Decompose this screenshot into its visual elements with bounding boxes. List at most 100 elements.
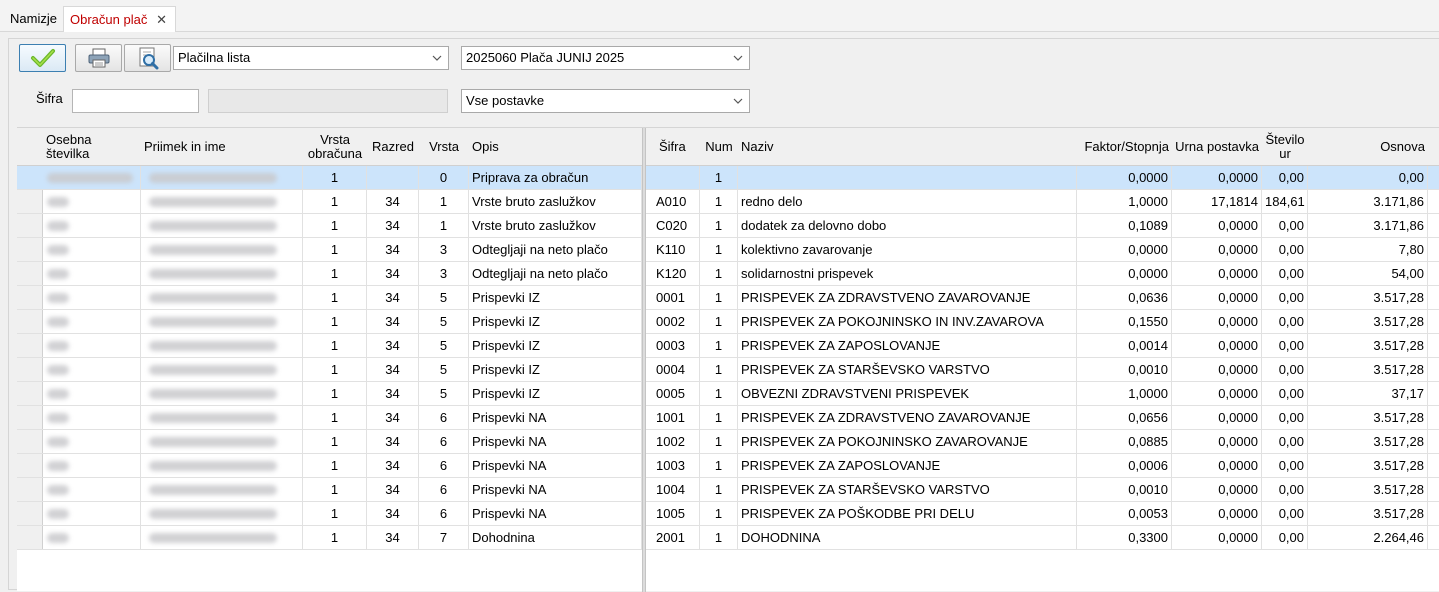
cell-vrsta: 3	[419, 262, 469, 285]
table-row[interactable]: 1 34 3 Odtegljaji na neto plačo K120 1 solidar…	[17, 262, 1439, 286]
cell-urna: 0,0000	[1172, 334, 1262, 357]
cell-osnova: 3.517,28	[1308, 406, 1428, 429]
tab-obracun-plac[interactable]: Obračun plač ✕	[63, 6, 176, 32]
cell-stevilo-ur: 0,00	[1262, 310, 1308, 333]
cell-num: 1	[700, 478, 738, 501]
close-icon[interactable]: ✕	[156, 7, 167, 33]
sifra-input[interactable]	[72, 89, 199, 113]
cell-num: 1	[700, 238, 738, 261]
cell-vrsta-obracuna: 1	[303, 166, 367, 189]
table-row[interactable]: 1 34 3 Odtegljaji na neto plačo K110 1 kolekti…	[17, 238, 1439, 262]
cell-urna: 17,1814	[1172, 190, 1262, 213]
column-header-opis[interactable]: Opis	[469, 128, 642, 166]
cell-osnova: 2.264,46	[1308, 526, 1428, 549]
cell-sifra: C020	[646, 214, 700, 237]
column-header-razred[interactable]: Razred	[367, 128, 419, 166]
redacted-mark	[149, 245, 277, 255]
cell-osebna-stevilka	[43, 430, 141, 453]
cell-razred: 34	[367, 358, 419, 381]
cell-opis: Priprava za obračun	[469, 166, 642, 189]
confirm-button[interactable]	[19, 44, 66, 72]
grid-splitter[interactable]	[642, 128, 646, 592]
cell-faktor: 0,0014	[1077, 334, 1172, 357]
table-row[interactable]: 1 34 1 Vrste bruto zaslužkov A010 1 redno delo…	[17, 190, 1439, 214]
cell-vrsta-obracuna: 1	[303, 382, 367, 405]
table-row[interactable]: 1 34 6 Prispevki NA 1002 1 PRISPEVEK ZA POKOJN…	[17, 430, 1439, 454]
column-header-num[interactable]: Num	[700, 128, 738, 166]
cell-naziv: PRISPEVEK ZA ZDRAVSTVENO ZAVAROVANJE	[738, 406, 1077, 429]
table-row[interactable]: 1 34 5 Prispevki IZ 0002 1 PRISPEVEK ZA POKOJN…	[17, 310, 1439, 334]
redacted-mark	[47, 533, 69, 543]
chevron-down-icon	[432, 47, 442, 69]
column-header-sifra[interactable]: Šifra	[656, 128, 700, 166]
table-row[interactable]: 1 34 6 Prispevki NA 1005 1 PRISPEVEK ZA POŠKOD…	[17, 502, 1439, 526]
cell-faktor: 0,0010	[1077, 478, 1172, 501]
cell-osnova: 3.517,28	[1308, 286, 1428, 309]
table-row[interactable]: 1 34 5 Prispevki IZ 0001 1 PRISPEVEK ZA ZDRAVS…	[17, 286, 1439, 310]
tab-namizje[interactable]: Namizje	[4, 6, 63, 32]
table-row[interactable]: 1 34 1 Vrste bruto zaslužkov C020 1 dodatek za…	[17, 214, 1439, 238]
cell-razred: 34	[367, 454, 419, 477]
cell-sifra: 1002	[646, 430, 700, 453]
redacted-mark	[149, 173, 277, 183]
period-select[interactable]: 2025060 Plača JUNIJ 2025	[461, 46, 750, 70]
grid-header: Osebna številka Priimek in ime Vrsta obr…	[17, 128, 1439, 166]
cell-num: 1	[700, 502, 738, 525]
cell-razred: 34	[367, 406, 419, 429]
cell-stevilo-ur: 0,00	[1262, 358, 1308, 381]
cell-osebna-stevilka	[43, 166, 141, 189]
report-type-select[interactable]: Plačilna lista	[173, 46, 449, 70]
print-button[interactable]	[75, 44, 122, 72]
cell-num: 1	[700, 358, 738, 381]
column-header-faktor[interactable]: Faktor/Stopnja	[1077, 128, 1172, 166]
table-row[interactable]: 1 34 5 Prispevki IZ 0004 1 PRISPEVEK ZA STARŠE…	[17, 358, 1439, 382]
cell-osnova: 3.517,28	[1308, 478, 1428, 501]
print-preview-button[interactable]	[124, 44, 171, 72]
cell-vrsta: 6	[419, 502, 469, 525]
cell-vrsta: 5	[419, 286, 469, 309]
column-header-urna[interactable]: Urna postavka	[1172, 128, 1262, 166]
column-header-osnova[interactable]: Osnova	[1308, 128, 1428, 166]
cell-razred: 34	[367, 478, 419, 501]
redacted-mark	[47, 317, 69, 327]
table-row[interactable]: 1 34 7 Dohodnina 2001 1 DOHODNINA 0,3300 0,0000 0…	[17, 526, 1439, 550]
cell-sifra: 0005	[646, 382, 700, 405]
tab-label: Obračun plač	[70, 12, 148, 27]
redacted-mark	[149, 197, 277, 207]
cell-sifra: K110	[646, 238, 700, 261]
column-header-priimek[interactable]: Priimek in ime	[141, 128, 303, 166]
cell-priimek-in-ime	[141, 502, 303, 525]
cell-opis: Odtegljaji na neto plačo	[469, 238, 642, 261]
column-header-vrsta-obracuna[interactable]: Vrsta obračuna	[303, 128, 367, 166]
table-row[interactable]: 1 34 6 Prispevki NA 1004 1 PRISPEVEK ZA STARŠE…	[17, 478, 1439, 502]
cell-opis: Prispevki IZ	[469, 310, 642, 333]
column-header-naziv[interactable]: Naziv	[738, 128, 1077, 166]
cell-vrsta-obracuna: 1	[303, 406, 367, 429]
cell-razred: 34	[367, 430, 419, 453]
column-header-osebna[interactable]: Osebna številka	[43, 128, 141, 166]
table-row[interactable]: 1 0 Priprava za obračun 1 0,0000 0,0000 0,00 0,…	[17, 166, 1439, 190]
cell-sifra: 2001	[646, 526, 700, 549]
postavke-select[interactable]: Vse postavke	[461, 89, 750, 113]
cell-opis: Dohodnina	[469, 526, 642, 549]
column-header-vrsta[interactable]: Vrsta	[419, 128, 469, 166]
cell-opis: Vrste bruto zaslužkov	[469, 190, 642, 213]
cell-osnova: 54,00	[1308, 262, 1428, 285]
table-row[interactable]: 1 34 6 Prispevki NA 1003 1 PRISPEVEK ZA ZAPOSL…	[17, 454, 1439, 478]
cell-priimek-in-ime	[141, 454, 303, 477]
cell-opis: Prispevki NA	[469, 406, 642, 429]
cell-osebna-stevilka	[43, 238, 141, 261]
printer-icon	[88, 48, 109, 68]
cell-faktor: 0,3300	[1077, 526, 1172, 549]
table-row[interactable]: 1 34 6 Prispevki NA 1001 1 PRISPEVEK ZA ZDRAVS…	[17, 406, 1439, 430]
table-row[interactable]: 1 34 5 Prispevki IZ 0003 1 PRISPEVEK ZA ZAPOSL…	[17, 334, 1439, 358]
cell-sifra: 0004	[646, 358, 700, 381]
cell-osnova: 7,80	[1308, 238, 1428, 261]
cell-vrsta-obracuna: 1	[303, 238, 367, 261]
cell-vrsta-obracuna: 1	[303, 502, 367, 525]
cell-razred: 34	[367, 262, 419, 285]
column-header-stevilo-ur[interactable]: Število ur	[1262, 128, 1308, 166]
table-row[interactable]: 1 34 5 Prispevki IZ 0005 1 OBVEZNI ZDRAVSTVENI…	[17, 382, 1439, 406]
cell-naziv: PRISPEVEK ZA POKOJNINSKO IN INV.ZAVAROVA	[738, 310, 1077, 333]
cell-naziv: DOHODNINA	[738, 526, 1077, 549]
